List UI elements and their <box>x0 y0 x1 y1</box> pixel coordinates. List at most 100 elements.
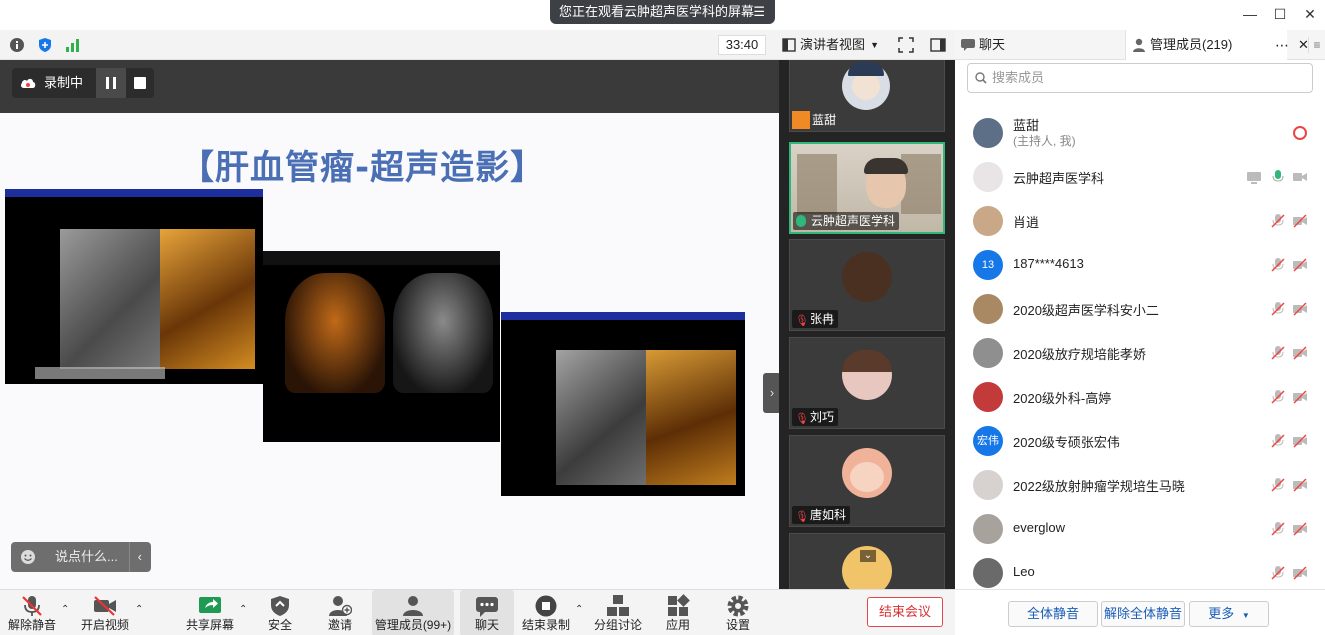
mic-muted-icon[interactable] <box>1271 302 1285 316</box>
more-dropdown[interactable]: 更多 ▼ <box>1189 601 1269 627</box>
mic-muted-icon[interactable] <box>1271 346 1285 360</box>
avatar <box>842 350 892 400</box>
screen-share-banner[interactable]: 您正在观看云肿超声医学科的屏幕 ☰ <box>550 0 775 24</box>
chevron-up-icon[interactable]: ⌃ <box>135 604 145 615</box>
screen-share-banner-text: 您正在观看云肿超声医学科的屏幕 <box>559 4 755 19</box>
stop-recording-button[interactable] <box>134 77 146 89</box>
member-row[interactable]: 云肿超声医学科 <box>955 154 1325 198</box>
sidebar-toggle-icon[interactable] <box>930 37 946 53</box>
member-name: 187****4613 <box>1013 256 1084 271</box>
mic-muted-icon[interactable] <box>1271 434 1285 448</box>
gear-icon <box>727 595 749 617</box>
video-tile[interactable]: ⌄ <box>789 533 945 589</box>
view-mode-dropdown[interactable]: 演讲者视图 ▼ <box>778 35 884 55</box>
chat-button[interactable]: 聊天 <box>460 590 514 635</box>
member-row[interactable]: 蓝甜 (主持人, 我) <box>955 110 1325 154</box>
video-off-icon[interactable] <box>1293 302 1307 316</box>
breakout-icon <box>607 595 629 616</box>
ultrasound-image <box>5 189 263 384</box>
security-button[interactable]: 安全 <box>256 590 304 635</box>
mic-muted-icon[interactable] <box>1271 390 1285 404</box>
invite-button[interactable]: 邀请 <box>316 590 364 635</box>
tab-members[interactable]: 管理成员(219) ⋯ <box>1125 30 1289 60</box>
member-row[interactable]: 2020级放疗规培能孝娇 <box>955 330 1325 374</box>
meeting-timer: 33:40 <box>718 35 766 55</box>
menu-icon[interactable]: ☰ <box>753 0 765 24</box>
chevron-up-icon[interactable]: ⌃ <box>61 604 71 615</box>
settings-button[interactable]: 设置 <box>716 590 760 635</box>
member-row[interactable]: 2022级放射肿瘤学规培生马晓 <box>955 462 1325 506</box>
video-off-icon[interactable] <box>1293 390 1307 404</box>
avatar <box>973 162 1003 192</box>
avatar <box>842 448 892 498</box>
mic-muted-icon[interactable] <box>1271 258 1285 272</box>
start-video-button[interactable]: 开启视频 <box>76 590 134 635</box>
mic-muted-icon[interactable] <box>1271 522 1285 536</box>
member-row[interactable]: Leo <box>955 550 1325 594</box>
mic-muted-icon[interactable] <box>1271 214 1285 228</box>
video-off-icon[interactable] <box>1293 566 1307 580</box>
signal-icon[interactable] <box>65 37 81 53</box>
video-tile-active-speaker[interactable]: 云肿超声医学科 <box>789 142 945 234</box>
avatar <box>973 206 1003 236</box>
minimize-icon[interactable]: — <box>1240 4 1260 24</box>
video-off-icon[interactable] <box>1293 478 1307 492</box>
member-row[interactable]: 宏伟 2020级专硕张宏伟 <box>955 418 1325 462</box>
video-tile[interactable]: 🎙 刘巧 <box>789 337 945 429</box>
video-off-icon[interactable] <box>1293 434 1307 448</box>
video-gallery: 蓝甜 云肿超声医学科 🎙 张冉 🎙 刘巧 🎙 唐如科 ⌄ <box>779 60 955 589</box>
fullscreen-icon[interactable] <box>898 37 914 53</box>
member-row[interactable]: everglow <box>955 506 1325 550</box>
mic-muted-icon[interactable] <box>1271 566 1285 580</box>
video-off-icon[interactable] <box>1293 170 1307 184</box>
unmute-all-button[interactable]: 解除全体静音 <box>1101 601 1185 627</box>
member-row[interactable]: 肖逍 <box>955 198 1325 242</box>
member-row[interactable]: 2020级外科-高婷 <box>955 374 1325 418</box>
collapse-icon[interactable]: ‹ <box>128 542 142 572</box>
pause-recording-button[interactable] <box>96 68 126 98</box>
maximize-icon[interactable]: ☐ <box>1270 4 1290 24</box>
tab-chat[interactable]: 聊天 <box>955 30 1125 60</box>
slide-title: 【肝血管瘤-超声造影】 <box>180 148 546 188</box>
pause-icon <box>106 77 109 89</box>
video-tile[interactable]: 🎙 张冉 <box>789 239 945 331</box>
video-tile[interactable]: 蓝甜 <box>789 60 945 132</box>
video-off-icon[interactable] <box>1293 346 1307 360</box>
mute-all-button[interactable]: 全体静音 <box>1008 601 1098 627</box>
video-off-icon[interactable] <box>1293 258 1307 272</box>
mic-muted-icon[interactable] <box>1271 478 1285 492</box>
presentation-slide: 【肝血管瘤-超声造影】 <box>0 113 779 612</box>
comment-bar[interactable]: 说点什么... ‹ <box>11 542 151 572</box>
breakout-button[interactable]: 分组讨论 <box>592 590 644 635</box>
chevron-down-icon: ▼ <box>870 40 879 50</box>
shield-icon[interactable] <box>37 37 53 53</box>
avatar: 宏伟 <box>973 426 1003 456</box>
video-tile[interactable]: 🎙 唐如科 <box>789 435 945 527</box>
emoji-icon[interactable] <box>20 549 36 565</box>
end-meeting-button[interactable]: 结束会议 <box>867 597 943 627</box>
share-screen-button[interactable]: 共享屏幕 <box>184 590 236 635</box>
chevron-down-icon[interactable]: ⌄ <box>860 550 876 562</box>
security-icon <box>271 596 289 616</box>
end-recording-button[interactable]: 结束录制 <box>520 590 572 635</box>
unmute-button[interactable]: 解除静音 <box>4 590 60 635</box>
avatar <box>973 470 1003 500</box>
member-row[interactable]: 13 187****4613 <box>955 242 1325 286</box>
video-off-icon[interactable] <box>1293 214 1307 228</box>
close-icon[interactable]: ✕ <box>1300 4 1320 24</box>
hamburger-icon[interactable]: ≡ <box>1308 37 1325 53</box>
chevron-up-icon[interactable]: ⌃ <box>239 604 249 615</box>
info-icon[interactable] <box>9 37 25 53</box>
member-name: 2020级超声医学科安小二 <box>1013 303 1159 318</box>
video-off-icon[interactable] <box>1293 522 1307 536</box>
apps-button[interactable]: 应用 <box>656 590 700 635</box>
manage-members-button[interactable]: 管理成员(99+) <box>372 590 454 635</box>
mic-muted-icon: 🎙 <box>795 511 809 523</box>
member-row[interactable]: 2020级超声医学科安小二 <box>955 286 1325 330</box>
meeting-toolbar: 33:40 演讲者视图 ▼ <box>0 30 955 60</box>
more-icon[interactable]: ⋯ <box>1275 30 1289 60</box>
comment-input[interactable]: 说点什么... <box>55 549 118 564</box>
mic-icon[interactable] <box>1271 170 1285 184</box>
member-search-input[interactable]: 搜索成员 <box>967 63 1313 93</box>
chevron-up-icon[interactable]: ⌃ <box>575 604 585 615</box>
